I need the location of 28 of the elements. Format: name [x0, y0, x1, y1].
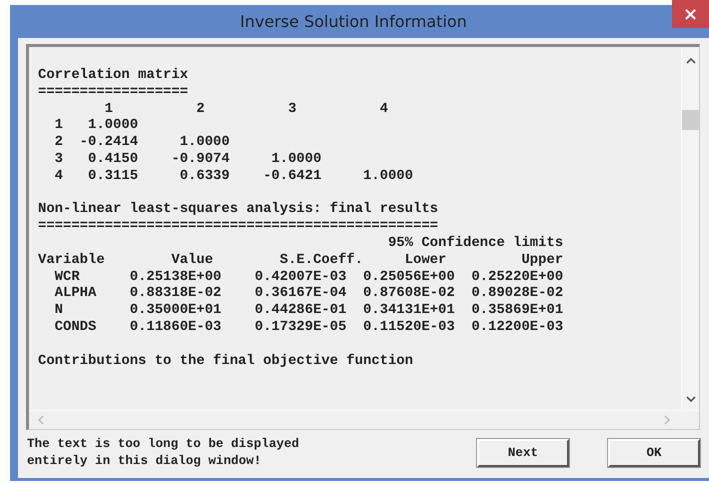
- report-line: 1 2 3 4: [104, 100, 388, 118]
- report-line: CONDS 0.11860E-03 0.17329E-05 0.11520E-03 0.12200E-03: [54, 318, 564, 336]
- report-line: ================================================: [38, 218, 438, 235]
- report-line: 95% Confidence limits: [387, 234, 564, 252]
- report-line: 3 0.4150 -0.9074 1.0000: [54, 150, 322, 168]
- report-line: ALPHA 0.88318E-02 0.36167E-04 0.87608E-02 0.89028E-02: [54, 285, 564, 302]
- scroll-up-icon[interactable]: [686, 57, 696, 64]
- vertical-scrollbar[interactable]: [681, 47, 699, 411]
- report-line: WCR 0.25138E+00 0.42007E-03 0.25056E+00 0.25220E+00: [54, 268, 564, 286]
- report-line: Variable Value S.E.Coeff. Lower Upper: [38, 252, 564, 269]
- close-button[interactable]: ×: [672, 0, 709, 28]
- dialog-button[interactable]: Next: [477, 439, 569, 467]
- window-title: Inverse Solution Information: [240, 12, 468, 31]
- scroll-down-icon[interactable]: [686, 396, 696, 403]
- report-line: 1 1.0000: [54, 117, 138, 134]
- report-line: Contributions to the final objective function: [38, 352, 414, 370]
- report-line: ==================: [38, 84, 188, 101]
- report-line: N 0.35000E+01 0.44286E-01 0.34131E+01 0.35869E+01: [54, 302, 564, 319]
- report-line: Correlation matrix: [38, 67, 188, 84]
- scroll-right-icon[interactable]: [664, 415, 671, 425]
- dialog-button[interactable]: OK: [608, 439, 700, 467]
- status-message: entirely in this dialog window!: [27, 453, 262, 470]
- report-line: Non-linear least-squares analysis: final results: [38, 201, 438, 218]
- status-message: The text is too long to be displayed: [27, 436, 300, 453]
- scroll-left-icon[interactable]: [37, 415, 44, 425]
- report-line: 4 0.3115 0.6339 -0.6421 1.0000: [54, 168, 414, 185]
- report-line: 2 -0.2414 1.0000: [54, 134, 230, 151]
- scroll-thumb[interactable]: [682, 110, 699, 130]
